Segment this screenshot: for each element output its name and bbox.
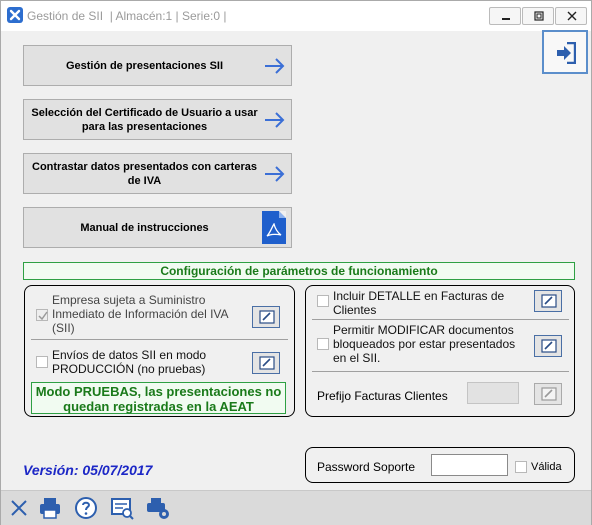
valida-label: Válida xyxy=(531,461,562,473)
exit-door-icon xyxy=(557,42,576,64)
prefijo-facturas-label: Prefijo Facturas Clientes xyxy=(317,389,448,403)
pencil-edit-icon xyxy=(541,387,557,401)
pdf-icon xyxy=(262,211,286,244)
modo-pruebas-notice: Modo PRUEBAS, las presentaciones no qued… xyxy=(31,382,286,414)
envios-produccion-checkbox[interactable] xyxy=(36,356,48,368)
arrow-right-icon xyxy=(265,58,285,74)
checkmark-icon xyxy=(38,311,48,321)
help-icon xyxy=(75,497,97,519)
envios-produccion-label: Envíos de datos SII en modo PRODUCCIÓN (… xyxy=(52,348,207,376)
exit-button[interactable] xyxy=(542,30,588,74)
config-header: Configuración de parámetros de funcionam… xyxy=(23,262,575,280)
app-logo-icon xyxy=(7,7,23,23)
separator xyxy=(31,339,288,340)
contrastar-datos-label: Contrastar datos presentados con cartera… xyxy=(32,160,257,187)
version-label: Versión: 05/07/2017 xyxy=(23,462,153,478)
valida-checkbox[interactable] xyxy=(515,461,527,473)
pencil-edit-icon xyxy=(259,310,275,324)
edit-envios-button[interactable] xyxy=(252,352,280,374)
pencil-edit-icon xyxy=(259,356,275,370)
password-soporte-input[interactable] xyxy=(431,454,508,476)
contrastar-datos-button[interactable]: Contrastar datos presentados con cartera… xyxy=(23,153,292,194)
close-icon xyxy=(11,500,27,516)
print-button[interactable] xyxy=(36,494,64,522)
close-window-button[interactable] xyxy=(555,7,587,25)
title-bar: Gestión de SII | Almacén:1 | Serie:0 | xyxy=(1,1,591,31)
edit-modificar-button[interactable] xyxy=(534,335,562,357)
close-button[interactable] xyxy=(5,494,33,522)
edit-prefijo-button[interactable] xyxy=(534,383,562,405)
gestion-presentaciones-label: Gestión de presentaciones SII xyxy=(65,59,224,72)
seleccion-certificado-button[interactable]: Selección del Certificado de Usuario a u… xyxy=(23,99,292,140)
empresa-sii-checkbox[interactable] xyxy=(36,309,48,321)
pencil-edit-icon xyxy=(541,339,557,353)
separator xyxy=(312,319,569,320)
minimize-icon xyxy=(502,18,510,20)
maximize-button[interactable] xyxy=(522,7,554,25)
printer-icon xyxy=(40,498,60,519)
main-window: Gestión de SII | Almacén:1 | Serie:0 | G… xyxy=(0,0,592,525)
prefijo-facturas-input[interactable] xyxy=(467,382,519,404)
edit-detalle-button[interactable] xyxy=(534,290,562,312)
print-settings-button[interactable] xyxy=(144,494,172,522)
manual-instrucciones-label: Manual de instrucciones xyxy=(80,221,209,234)
empresa-sii-label: Empresa sujeta a Suministro Inmediato de… xyxy=(52,293,228,335)
preview-icon xyxy=(111,498,134,520)
permitir-modificar-checkbox[interactable] xyxy=(317,338,329,350)
password-soporte-label: Password Soporte xyxy=(317,460,416,474)
window-title-info: | Almacén:1 | Serie:0 | xyxy=(109,9,227,23)
restore-icon xyxy=(534,11,544,21)
arrow-right-icon xyxy=(265,166,285,182)
separator xyxy=(312,371,569,372)
manual-instrucciones-button[interactable]: Manual de instrucciones xyxy=(23,207,292,248)
permitir-modificar-label: Permitir MODIFICAR documentos bloqueados… xyxy=(333,323,516,365)
help-button[interactable] xyxy=(72,494,100,522)
bottom-toolbar xyxy=(1,490,591,525)
pencil-edit-icon xyxy=(541,294,557,308)
gestion-presentaciones-button[interactable]: Gestión de presentaciones SII xyxy=(23,45,292,86)
window-title: Gestión de SII | Almacén:1 | Serie:0 | xyxy=(27,9,226,23)
minimize-button[interactable] xyxy=(489,7,521,25)
window-title-main: Gestión de SII xyxy=(27,9,104,23)
incluir-detalle-checkbox[interactable] xyxy=(317,295,329,307)
seleccion-certificado-label: Selección del Certificado de Usuario a u… xyxy=(31,106,258,133)
preview-button[interactable] xyxy=(108,494,136,522)
print-settings-icon xyxy=(147,498,169,519)
incluir-detalle-label: Incluir DETALLE en Facturas de Clientes xyxy=(333,289,505,317)
edit-empresa-button[interactable] xyxy=(252,306,280,328)
arrow-right-icon xyxy=(265,112,285,128)
close-window-icon xyxy=(567,11,577,21)
